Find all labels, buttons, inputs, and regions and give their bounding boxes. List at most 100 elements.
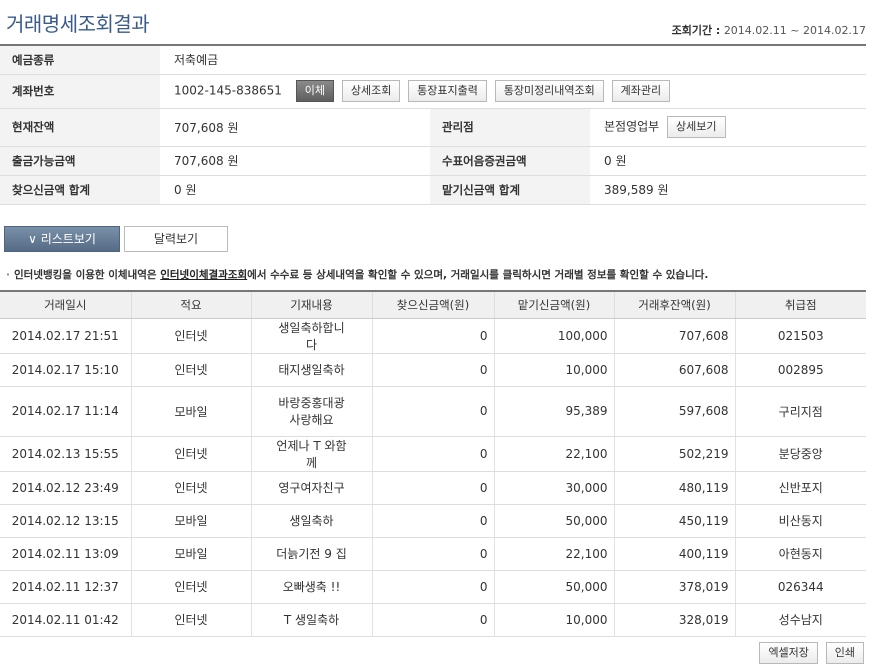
transfer-result-link[interactable]: 인터넷이체결과조회 bbox=[160, 269, 247, 281]
cell-date[interactable]: 2014.02.17 21:51 bbox=[0, 318, 131, 354]
table-row[interactable]: 2014.02.17 11:14 모바일 바랑중홍대광사랑해요 0 95,389 597,… bbox=[0, 386, 866, 437]
cell-balance: 707,608 bbox=[613, 318, 735, 354]
cell-memo: 오빠생축 !! bbox=[250, 570, 372, 604]
cell-memo: T 생일축하 bbox=[250, 603, 372, 637]
cell-deposit: 22,100 bbox=[493, 436, 614, 472]
cell-memo: 생일축하 bbox=[250, 504, 372, 538]
balance-row: 현재잔액 707,608 원 관리점 본점영업부 상세보기 bbox=[0, 108, 866, 147]
cell-date[interactable]: 2014.02.11 13:09 bbox=[0, 537, 131, 571]
passbook-cover-print-button[interactable]: 통장표지출력 bbox=[408, 80, 487, 102]
withdrawable-value: 707,608 원 bbox=[160, 146, 430, 176]
branch-label: 관리점 bbox=[430, 108, 590, 147]
period-label: 조회기간 : bbox=[671, 24, 721, 37]
account-number-label: 계좌번호 bbox=[0, 74, 160, 109]
account-type-value: 저축예금 bbox=[160, 45, 866, 75]
table-row[interactable]: 2014.02.13 15:55 인터넷 언제나 T 와함께 0 22,100 502,2… bbox=[0, 436, 866, 472]
header-branch: 취급점 bbox=[734, 291, 866, 319]
header-date: 거래일시 bbox=[0, 291, 131, 319]
account-number-row: 계좌번호 1002-145-838651 이체 상세조회 통장표지출력 통장미정… bbox=[0, 74, 866, 109]
cell-branch: 신반포지 bbox=[734, 471, 866, 505]
cell-deposit: 100,000 bbox=[493, 318, 614, 354]
table-row[interactable]: 2014.02.11 01:42 인터넷 T 생일축하 0 10,000 328,019 성… bbox=[0, 603, 866, 637]
cell-date[interactable]: 2014.02.13 15:55 bbox=[0, 436, 131, 472]
withdrawable-label: 출금가능금액 bbox=[0, 146, 160, 176]
account-number-cell: 1002-145-838651 이체 상세조회 통장표지출력 통장미정리내역조회… bbox=[160, 74, 866, 109]
table-row[interactable]: 2014.02.12 13:15 모바일 생일축하 0 50,000 450,119 비산동… bbox=[0, 504, 866, 538]
cell-type: 인터넷 bbox=[130, 603, 251, 637]
account-management-button[interactable]: 계좌관리 bbox=[611, 80, 671, 102]
transaction-body: 2014.02.17 21:51 인터넷 생일축하합니다 0 100,000 707,60… bbox=[0, 318, 866, 637]
table-row[interactable]: 2014.02.11 13:09 모바일 더늙기전 9 집 0 22,100 400,11… bbox=[0, 537, 866, 571]
cell-type: 인터넷 bbox=[130, 318, 251, 354]
query-period: 조회기간 : 2014.02.11 ~ 2014.02.17 bbox=[672, 22, 866, 38]
balance-label: 현재잔액 bbox=[0, 108, 160, 147]
branch-value: 본점영업부 bbox=[604, 119, 660, 134]
table-row[interactable]: 2014.02.17 15:10 인터넷 태지생일축하 0 10,000 607,608 0… bbox=[0, 353, 866, 387]
account-number-value: 1002-145-838651 bbox=[174, 83, 282, 98]
page-title: 거래명세조회결과 bbox=[6, 12, 150, 36]
cell-withdrawal: 0 bbox=[371, 353, 494, 387]
cell-balance: 597,608 bbox=[613, 386, 735, 437]
cell-type: 모바일 bbox=[130, 386, 251, 437]
check-amount-value: 0 원 bbox=[590, 146, 866, 176]
cell-deposit: 10,000 bbox=[493, 603, 614, 637]
cell-balance: 607,608 bbox=[613, 353, 735, 387]
withdrawable-row: 출금가능금액 707,608 원 수표어음증권금액 0 원 bbox=[0, 146, 866, 176]
table-row[interactable]: 2014.02.12 23:49 인터넷 영구여자친구 0 30,000 480,119 신… bbox=[0, 471, 866, 505]
table-header-row: 거래일시 적요 기재내용 찾으신금액(원) 맡기신금액(원) 거래후잔액(원) … bbox=[0, 291, 866, 319]
passbook-unrecorded-inquiry-button[interactable]: 통장미정리내역조회 bbox=[494, 80, 604, 102]
branch-detail-button[interactable]: 상세보기 bbox=[667, 116, 726, 138]
cell-memo: 더늙기전 9 집 bbox=[250, 537, 372, 571]
cell-type: 인터넷 bbox=[130, 436, 251, 472]
cell-withdrawal: 0 bbox=[371, 603, 494, 637]
cell-deposit: 30,000 bbox=[493, 471, 614, 505]
cell-branch: 아현동지 bbox=[734, 537, 866, 571]
cell-balance: 328,019 bbox=[613, 603, 735, 637]
cell-date[interactable]: 2014.02.17 11:14 bbox=[0, 386, 131, 437]
header-balance: 거래후잔액(원) bbox=[613, 291, 735, 319]
cell-date[interactable]: 2014.02.11 01:42 bbox=[0, 603, 131, 637]
detail-inquiry-button[interactable]: 상세조회 bbox=[341, 80, 401, 102]
cell-withdrawal: 0 bbox=[371, 318, 494, 354]
cell-type: 인터넷 bbox=[130, 353, 251, 387]
table-row[interactable]: 2014.02.11 12:37 인터넷 오빠생축 !! 0 50,000 378,019… bbox=[0, 570, 866, 604]
cell-deposit: 10,000 bbox=[493, 353, 614, 387]
transfer-button[interactable]: 이체 bbox=[295, 80, 334, 102]
tab-list-view[interactable]: ∨ 리스트보기 bbox=[4, 226, 120, 252]
notice-text: · 인터넷뱅킹을 이용한 이체내역은 인터넷이체결과조회에서 수수료 등 상세내역… bbox=[6, 267, 708, 282]
cell-date[interactable]: 2014.02.17 15:10 bbox=[0, 353, 131, 387]
cell-branch: 분당중앙 bbox=[734, 436, 866, 472]
header-withdrawal: 찾으신금액(원) bbox=[371, 291, 494, 319]
branch-cell: 본점영업부 상세보기 bbox=[590, 108, 866, 147]
cell-withdrawal: 0 bbox=[371, 436, 494, 472]
transaction-table: 거래일시 적요 기재내용 찾으신금액(원) 맡기신금액(원) 거래후잔액(원) … bbox=[0, 290, 866, 637]
cell-date[interactable]: 2014.02.12 23:49 bbox=[0, 471, 131, 505]
cell-deposit: 50,000 bbox=[493, 504, 614, 538]
cell-date[interactable]: 2014.02.11 12:37 bbox=[0, 570, 131, 604]
deposit-total-label: 맡기신금액 합계 bbox=[430, 175, 590, 205]
cell-memo: 언제나 T 와함께 bbox=[250, 436, 372, 472]
account-type-label: 예금종류 bbox=[0, 45, 160, 75]
header-deposit: 맡기신금액(원) bbox=[493, 291, 614, 319]
cell-branch: 구리지점 bbox=[734, 386, 866, 437]
cell-balance: 502,219 bbox=[613, 436, 735, 472]
excel-save-button[interactable]: 엑셀저장 bbox=[759, 642, 818, 664]
tab-calendar-view[interactable]: 달력보기 bbox=[124, 226, 228, 252]
cell-memo: 태지생일축하 bbox=[250, 353, 372, 387]
cell-deposit: 22,100 bbox=[493, 537, 614, 571]
cell-balance: 480,119 bbox=[613, 471, 735, 505]
notice-after: 에서 수수료 등 상세내역을 확인할 수 있으며, 거래일시를 클릭하시면 거래… bbox=[247, 269, 709, 281]
cell-type: 인터넷 bbox=[130, 570, 251, 604]
cell-balance: 450,119 bbox=[613, 504, 735, 538]
cell-branch: 성수남지 bbox=[734, 603, 866, 637]
account-info-table: 예금종류 저축예금 계좌번호 1002-145-838651 이체 상세조회 통… bbox=[0, 44, 866, 205]
withdraw-total-label: 찾으신금액 합계 bbox=[0, 175, 160, 205]
cell-branch: 021503 bbox=[734, 318, 866, 354]
period-value: 2014.02.11 ~ 2014.02.17 bbox=[723, 24, 866, 37]
cell-withdrawal: 0 bbox=[371, 471, 494, 505]
chevron-down-icon: ∨ bbox=[28, 232, 37, 246]
cell-date[interactable]: 2014.02.12 13:15 bbox=[0, 504, 131, 538]
table-row[interactable]: 2014.02.17 21:51 인터넷 생일축하합니다 0 100,000 707,60… bbox=[0, 318, 866, 354]
cell-memo: 바랑중홍대광사랑해요 bbox=[250, 386, 372, 437]
print-button[interactable]: 인쇄 bbox=[825, 642, 864, 664]
